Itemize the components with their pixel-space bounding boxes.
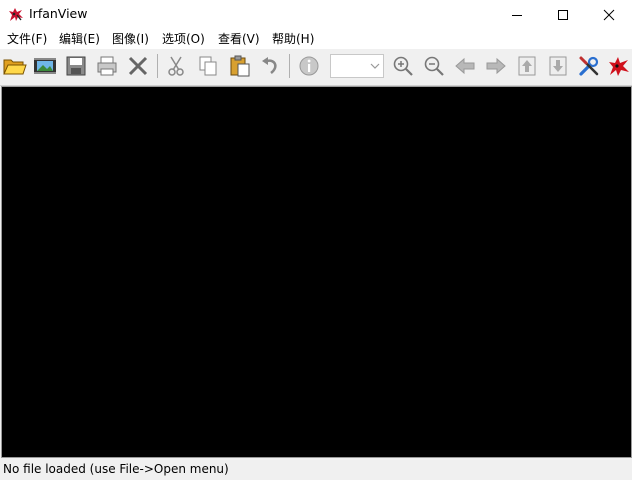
paste-button[interactable]	[227, 53, 253, 79]
status-text: No file loaded (use File->Open menu)	[3, 462, 229, 476]
minimize-button[interactable]	[494, 0, 540, 29]
next-icon	[486, 57, 506, 75]
zoom-select[interactable]	[330, 54, 384, 78]
undo-icon	[262, 57, 277, 74]
slideshow-icon	[34, 58, 56, 74]
delete-icon	[128, 56, 148, 76]
open-button[interactable]	[2, 53, 28, 79]
settings-button[interactable]	[576, 53, 602, 79]
status-bar: No file loaded (use File->Open menu)	[0, 458, 632, 480]
copy-button[interactable]	[195, 53, 221, 79]
menu-options[interactable]: 选项(O)	[162, 31, 205, 47]
undo-button[interactable]	[257, 53, 283, 79]
menu-bar: 文件(F) 编辑(E) 图像(I) 选项(O) 查看(V) 帮助(H)	[0, 29, 632, 49]
first-file-button[interactable]	[514, 53, 540, 79]
save-button[interactable]	[63, 53, 89, 79]
close-button[interactable]	[586, 0, 632, 29]
irfanview-about-icon	[609, 57, 629, 76]
chevron-down-icon	[370, 63, 380, 69]
previous-button[interactable]	[452, 53, 478, 79]
close-icon	[603, 9, 615, 20]
cut-icon	[168, 56, 184, 76]
zoom-out-icon	[424, 56, 444, 76]
zoom-in-button[interactable]	[390, 53, 416, 79]
toolbar-separator	[289, 54, 290, 78]
title-bar: IrfanView	[0, 0, 632, 29]
settings-icon	[579, 56, 599, 76]
print-icon	[97, 56, 117, 76]
window-title: IrfanView	[29, 6, 88, 21]
menu-image[interactable]: 图像(I)	[112, 31, 149, 47]
previous-icon	[455, 57, 475, 75]
about-button[interactable]	[606, 53, 632, 79]
last-file-button[interactable]	[545, 53, 571, 79]
zoom-in-icon	[393, 56, 413, 76]
next-button[interactable]	[483, 53, 509, 79]
toolbar-separator	[157, 54, 158, 78]
slideshow-button[interactable]	[32, 53, 58, 79]
copy-icon	[199, 56, 217, 76]
menu-help[interactable]: 帮助(H)	[272, 31, 314, 47]
irfanview-cat-icon	[9, 8, 23, 21]
maximize-icon	[558, 9, 568, 20]
open-folder-icon	[3, 59, 27, 75]
menu-file[interactable]: 文件(F)	[7, 31, 47, 47]
save-icon	[66, 56, 86, 76]
cut-button[interactable]	[163, 53, 189, 79]
first-file-icon	[518, 56, 536, 76]
print-button[interactable]	[94, 53, 120, 79]
zoom-out-button[interactable]	[421, 53, 447, 79]
info-icon	[299, 56, 319, 76]
menu-view[interactable]: 查看(V)	[218, 31, 260, 47]
menu-edit[interactable]: 编辑(E)	[59, 31, 100, 47]
delete-button[interactable]	[125, 53, 151, 79]
toolbar	[0, 49, 632, 86]
paste-icon	[230, 55, 250, 77]
maximize-button[interactable]	[540, 0, 586, 29]
minimize-icon	[512, 14, 522, 16]
last-file-icon	[549, 56, 567, 76]
image-canvas[interactable]	[1, 86, 632, 458]
info-button[interactable]	[296, 53, 322, 79]
